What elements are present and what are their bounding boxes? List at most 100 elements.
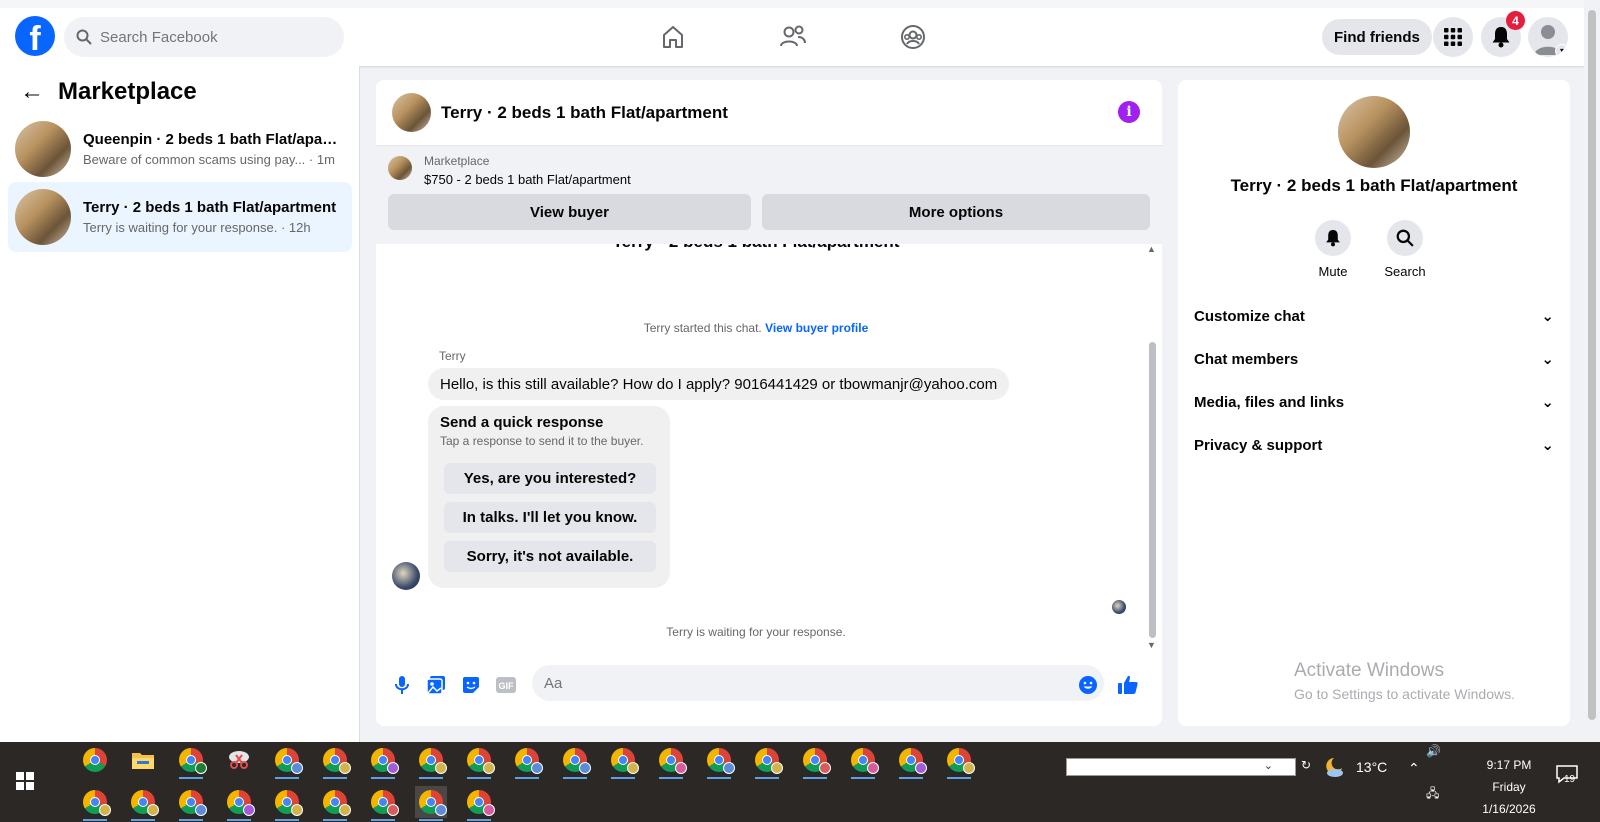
scroll-down-arrow-icon[interactable]: ▼ xyxy=(1147,640,1156,650)
chevron-down-icon: ⌄ xyxy=(1541,351,1554,368)
privacy-support-row[interactable]: Privacy & support ⌄ xyxy=(1178,425,1570,465)
notifications-button[interactable]: 4 xyxy=(1481,11,1525,57)
facebook-logo[interactable]: f xyxy=(15,16,55,56)
scrollbar-thumb[interactable] xyxy=(1149,342,1156,638)
page-scrollbar-thumb[interactable] xyxy=(1588,10,1596,720)
chrome-profile-taskbar-icon[interactable] xyxy=(895,744,927,779)
search-in-chat-button[interactable]: Search xyxy=(1370,220,1440,279)
clock[interactable]: 9:17 PM Friday 1/16/2026 xyxy=(1474,754,1544,820)
microphone-icon[interactable] xyxy=(390,673,414,697)
back-arrow-icon[interactable]: ← xyxy=(20,80,44,104)
chrome-profile-taskbar-icon[interactable] xyxy=(319,786,351,821)
listing-name[interactable]: $750 - 2 beds 1 bath Flat/apartment xyxy=(424,172,631,187)
chat-title[interactable]: Terry · 2 beds 1 bath Flat/apartment xyxy=(441,103,728,123)
snipping-tool-icon[interactable] xyxy=(223,744,255,776)
chrome-profile-taskbar-icon[interactable] xyxy=(463,786,495,821)
gif-icon[interactable]: GIF xyxy=(494,673,518,697)
chat-info-title: Terry · 2 beds 1 bath Flat/apartment xyxy=(1230,176,1518,195)
chrome-profile-taskbar-icon[interactable] xyxy=(175,786,207,821)
weather-widget[interactable]: 13°C xyxy=(1322,756,1387,778)
chrome-profile-taskbar-icon[interactable] xyxy=(319,744,351,779)
search-box[interactable] xyxy=(64,17,344,57)
quick-reply-not-available[interactable]: Sorry, it's not available. xyxy=(444,541,656,572)
menu-grid-button[interactable] xyxy=(1433,17,1473,57)
conversation-item-queenpin[interactable]: Queenpin · 2 beds 1 bath Flat/apartment … xyxy=(8,114,352,184)
mute-button[interactable]: Mute xyxy=(1298,220,1368,279)
home-icon[interactable] xyxy=(656,20,690,54)
view-buyer-button[interactable]: View buyer xyxy=(388,194,751,230)
chevron-up-icon[interactable]: ⌃ xyxy=(1408,760,1420,777)
taskbar-address-box[interactable]: ⌄ ↻ xyxy=(1066,758,1311,776)
chrome-profile-taskbar-icon[interactable] xyxy=(79,786,111,821)
message-input[interactable] xyxy=(544,674,1044,692)
windows-start-icon[interactable] xyxy=(16,772,34,790)
find-friends-button[interactable]: Find friends xyxy=(1322,19,1432,55)
chrome-profile-taskbar-icon[interactable] xyxy=(847,744,879,779)
groups-icon[interactable] xyxy=(896,20,930,54)
waiting-notice: Terry is waiting for your response. xyxy=(666,625,846,639)
photo-icon[interactable] xyxy=(424,673,448,697)
info-icon[interactable]: i xyxy=(1118,101,1140,123)
message-scrollbar[interactable]: ▲ ▼ xyxy=(1146,244,1158,654)
chrome-profile-taskbar-icon[interactable] xyxy=(367,744,399,779)
chrome-profile-taskbar-icon[interactable] xyxy=(367,786,399,821)
chrome-profile-taskbar-icon[interactable] xyxy=(271,786,303,821)
sticker-icon[interactable] xyxy=(459,673,483,697)
chevron-down-icon: ▾ xyxy=(1555,44,1568,57)
chrome-profile-taskbar-icon[interactable] xyxy=(703,744,735,779)
friends-icon[interactable] xyxy=(776,20,810,54)
sender-name: Terry xyxy=(439,349,466,363)
chrome-profile-taskbar-icon[interactable] xyxy=(175,744,207,779)
quick-reply-in-talks[interactable]: In talks. I'll let you know. xyxy=(444,502,656,533)
chrome-profile-taskbar-icon[interactable] xyxy=(943,744,975,779)
chrome-profile-taskbar-icon[interactable] xyxy=(607,744,639,779)
dropdown-arrow-icon[interactable]: ⌄ xyxy=(1264,759,1273,772)
network-icon[interactable]: 🖧 xyxy=(1426,784,1439,805)
chrome-profile-taskbar-icon[interactable] xyxy=(511,744,543,779)
chrome-profile-taskbar-icon[interactable] xyxy=(463,744,495,779)
chrome-profile-taskbar-icon[interactable] xyxy=(415,744,447,779)
chrome-profile-taskbar-icon[interactable] xyxy=(655,744,687,779)
chrome-profile-taskbar-icon[interactable] xyxy=(271,744,303,779)
scroll-up-arrow-icon[interactable]: ▲ xyxy=(1147,244,1156,254)
sender-avatar[interactable] xyxy=(392,562,420,590)
search-label: Search xyxy=(1384,264,1426,279)
chat-members-row[interactable]: Chat members ⌄ xyxy=(1178,339,1570,379)
conversation-item-terry[interactable]: Terry · 2 beds 1 bath Flat/apartment Ter… xyxy=(8,182,352,252)
top-navigation-bar: f Find friends 4 ▾ xyxy=(0,0,1584,66)
chrome-profile-taskbar-icon[interactable] xyxy=(751,744,783,779)
chrome-profile-taskbar-icon-active[interactable] xyxy=(415,786,447,821)
chrome-profile-taskbar-icon[interactable] xyxy=(127,786,159,821)
quick-reply-yes[interactable]: Yes, are you interested? xyxy=(444,463,656,494)
message-input-container[interactable] xyxy=(532,665,1104,701)
file-explorer-icon[interactable] xyxy=(127,744,159,776)
chat-avatar[interactable] xyxy=(392,93,431,132)
windows-activation-watermark: Activate Windows Go to Settings to activ… xyxy=(1294,660,1515,702)
message-list: Terry · 2 beds 1 bath Flat/apartment Ter… xyxy=(376,244,1162,654)
customize-chat-row[interactable]: Customize chat ⌄ xyxy=(1178,296,1570,336)
refresh-icon[interactable]: ↻ xyxy=(1301,758,1311,772)
chat-info-avatar[interactable] xyxy=(1338,96,1410,168)
account-avatar[interactable]: ▾ xyxy=(1528,17,1568,57)
notification-center-icon[interactable]: 19 xyxy=(1556,764,1578,787)
volume-icon[interactable]: 🔊 xyxy=(1426,744,1441,758)
thumbs-up-icon[interactable] xyxy=(1116,673,1140,697)
listing-thumbnail xyxy=(15,121,71,177)
emoji-icon[interactable] xyxy=(1076,673,1100,697)
chrome-profile-taskbar-icon[interactable] xyxy=(223,786,255,821)
media-files-links-row[interactable]: Media, files and links ⌄ xyxy=(1178,382,1570,422)
search-input[interactable] xyxy=(100,28,320,46)
chat-header: Terry · 2 beds 1 bath Flat/apartment i xyxy=(376,80,1162,146)
more-options-button[interactable]: More options xyxy=(762,194,1150,230)
sidebar-title: Marketplace xyxy=(58,78,197,105)
message-bubble[interactable]: Hello, is this still available? How do I… xyxy=(428,368,1010,400)
conversation-name: Queenpin · 2 beds 1 bath Flat/apartment xyxy=(83,131,338,148)
view-buyer-profile-link[interactable]: View buyer profile xyxy=(765,321,868,335)
chrome-profile-taskbar-icon[interactable] xyxy=(799,744,831,779)
scrolled-chat-title: Terry · 2 beds 1 bath Flat/apartment xyxy=(376,244,1136,252)
page-scrollbar[interactable] xyxy=(1584,0,1600,742)
chat-info-panel: Terry · 2 beds 1 bath Flat/apartment Mut… xyxy=(1178,80,1570,726)
chrome-taskbar-icon[interactable] xyxy=(79,744,111,776)
chevron-down-icon: ⌄ xyxy=(1541,394,1554,411)
chrome-profile-taskbar-icon[interactable] xyxy=(559,744,591,779)
